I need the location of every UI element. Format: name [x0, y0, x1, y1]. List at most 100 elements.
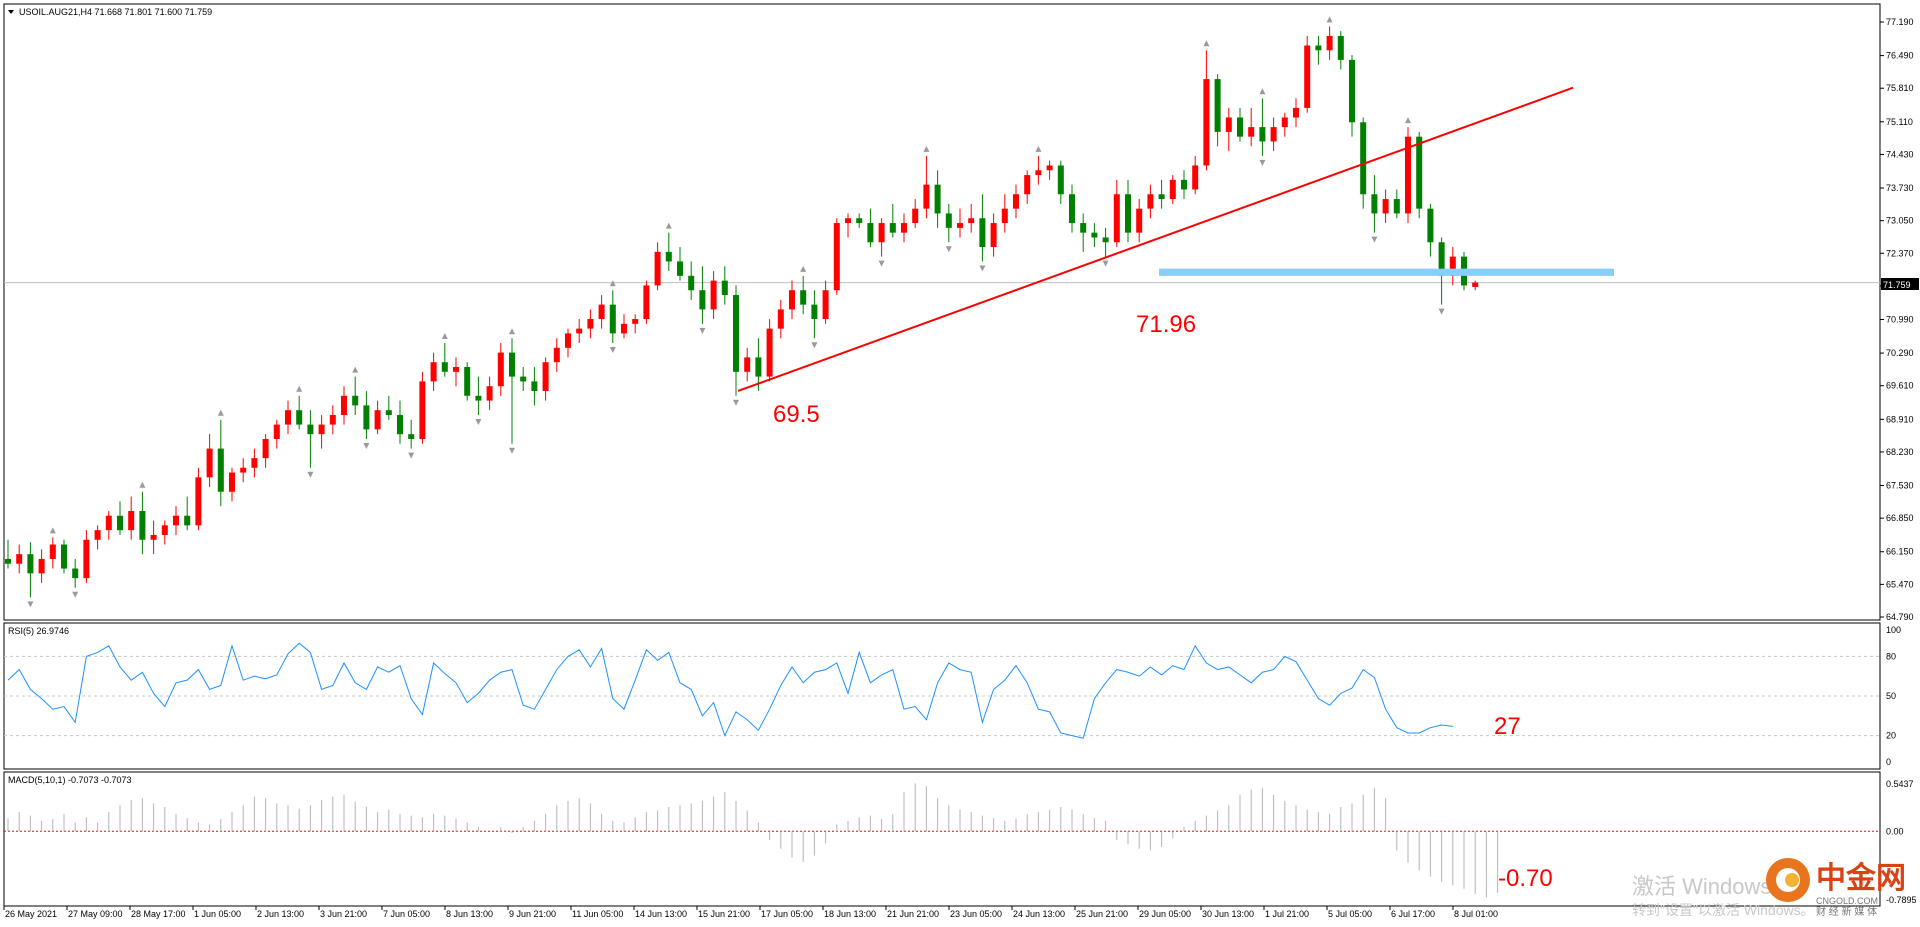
- time-label: 14 Jun 13:00: [635, 909, 687, 919]
- time-label: 6 Jul 17:00: [1391, 909, 1435, 919]
- brand-name: 中金网: [1816, 861, 1906, 895]
- candle-body: [318, 424, 325, 435]
- chart-canvas: 100 80 50 20 0 0.5437 0.00 -0.7895 77.190 76.49…: [3, 3, 1919, 919]
- candle-body: [475, 395, 482, 401]
- brand-logo: [1766, 858, 1810, 902]
- candle-body: [621, 323, 627, 334]
- candle-body: [1270, 127, 1277, 142]
- candle-body: [867, 223, 874, 243]
- rsi-level-label: 80: [1886, 651, 1896, 661]
- time-label: 8 Jul 01:00: [1454, 909, 1498, 919]
- candle-body: [1181, 179, 1187, 190]
- candle-body: [1237, 117, 1243, 137]
- candle-body: [845, 218, 851, 224]
- macd-annotation: -0.70: [1498, 865, 1553, 892]
- price-tick-label: 67.530: [1886, 481, 1914, 491]
- candle-body: [755, 357, 762, 377]
- time-label: 1 Jun 05:00: [194, 909, 241, 919]
- candle-body: [1326, 35, 1333, 51]
- candle-body: [217, 448, 224, 492]
- candle-body: [397, 414, 403, 435]
- candle-body: [61, 544, 67, 569]
- candle-body: [1147, 194, 1154, 209]
- macd-panel-frame: [3, 771, 1881, 907]
- candle-body: [105, 515, 112, 531]
- annotation-support: 71.96: [1136, 311, 1196, 338]
- support-zone: [1159, 268, 1614, 276]
- time-label: 29 Jun 05:00: [1139, 909, 1191, 919]
- candle-body: [520, 376, 527, 382]
- candle-body: [1136, 208, 1143, 233]
- candle-body: [49, 544, 56, 559]
- candle-body: [789, 290, 795, 310]
- rsi-header: RSI(5) 26.9746: [8, 626, 69, 636]
- price-tick-label: 73.730: [1886, 183, 1914, 193]
- time-label: 24 Jun 13:00: [1013, 909, 1065, 919]
- price-tick-label: 64.790: [1886, 612, 1914, 622]
- candle-body: [430, 362, 437, 382]
- candle-body: [699, 290, 706, 310]
- candle-body: [1013, 194, 1019, 209]
- time-label: 11 Jun 05:00: [572, 909, 623, 919]
- candle-body: [542, 362, 549, 391]
- price-tick-label: 77.190: [1886, 17, 1914, 27]
- candle-body: [1281, 117, 1288, 128]
- candle-body: [1024, 175, 1031, 195]
- candle-body: [1382, 199, 1389, 214]
- candle-body: [1158, 194, 1165, 200]
- candle-body: [777, 309, 784, 329]
- price-tick-label: 75.810: [1886, 83, 1914, 93]
- candle-body: [766, 328, 773, 377]
- candle-body: [1315, 45, 1322, 51]
- time-label: 27 May 09:00: [68, 909, 123, 919]
- candle-body: [285, 410, 291, 425]
- candle-body: [83, 539, 90, 579]
- brand-tagline: 财 经 新 媒 体: [1816, 905, 1877, 918]
- candle-body: [128, 510, 135, 531]
- macd-axis-label: 0.00: [1886, 826, 1904, 836]
- price-tick-label: 76.490: [1886, 51, 1914, 61]
- candle-body: [273, 424, 280, 439]
- candle-body: [139, 510, 146, 540]
- rsi-level-label: 100: [1886, 625, 1901, 635]
- candle-body: [173, 515, 179, 526]
- candle-body: [811, 304, 818, 320]
- candle-body: [363, 405, 370, 430]
- candle-body: [509, 352, 515, 377]
- candle-body: [1293, 107, 1299, 118]
- candle-body: [1393, 199, 1400, 214]
- candle-body: [1125, 194, 1131, 233]
- time-label: 15 Jun 21:00: [698, 909, 750, 919]
- candle-body: [1472, 282, 1479, 287]
- candle-body: [16, 554, 23, 564]
- macd-axis-label: 0.5437: [1886, 779, 1914, 789]
- macd-header: MACD(5,10,1) -0.7073 -0.7073: [8, 775, 132, 785]
- candle-body: [1102, 237, 1109, 243]
- candle-body: [206, 448, 213, 478]
- candle-body: [609, 304, 616, 334]
- candle-body: [665, 251, 672, 262]
- price-tick-label: 70.290: [1886, 348, 1914, 358]
- candle-body: [688, 275, 695, 291]
- candle-body: [1248, 127, 1255, 137]
- time-label: 18 Jun 13:00: [824, 909, 876, 919]
- time-label: 1 Jul 21:00: [1265, 909, 1309, 919]
- macd-axis-label: -0.7895: [1886, 895, 1917, 905]
- candle-body: [464, 367, 471, 396]
- price-tick-label: 66.850: [1886, 513, 1914, 523]
- candle-body: [341, 395, 347, 415]
- candle-body: [1057, 165, 1064, 195]
- candle-body: [1416, 136, 1423, 209]
- candle-body: [979, 218, 986, 248]
- candle-body: [632, 319, 639, 324]
- candle-body: [968, 218, 975, 224]
- candle-body: [251, 458, 258, 468]
- candle-body: [296, 410, 303, 425]
- time-label: 21 Jun 21:00: [887, 909, 939, 919]
- candle-body: [1080, 223, 1087, 233]
- activate-windows-subtitle: 转到"设置"以激活 Windows。: [1632, 902, 1815, 918]
- candle-body: [643, 285, 650, 320]
- candle-body: [1349, 59, 1355, 123]
- candle-body: [441, 362, 448, 372]
- time-label: 26 May 2021: [5, 909, 57, 919]
